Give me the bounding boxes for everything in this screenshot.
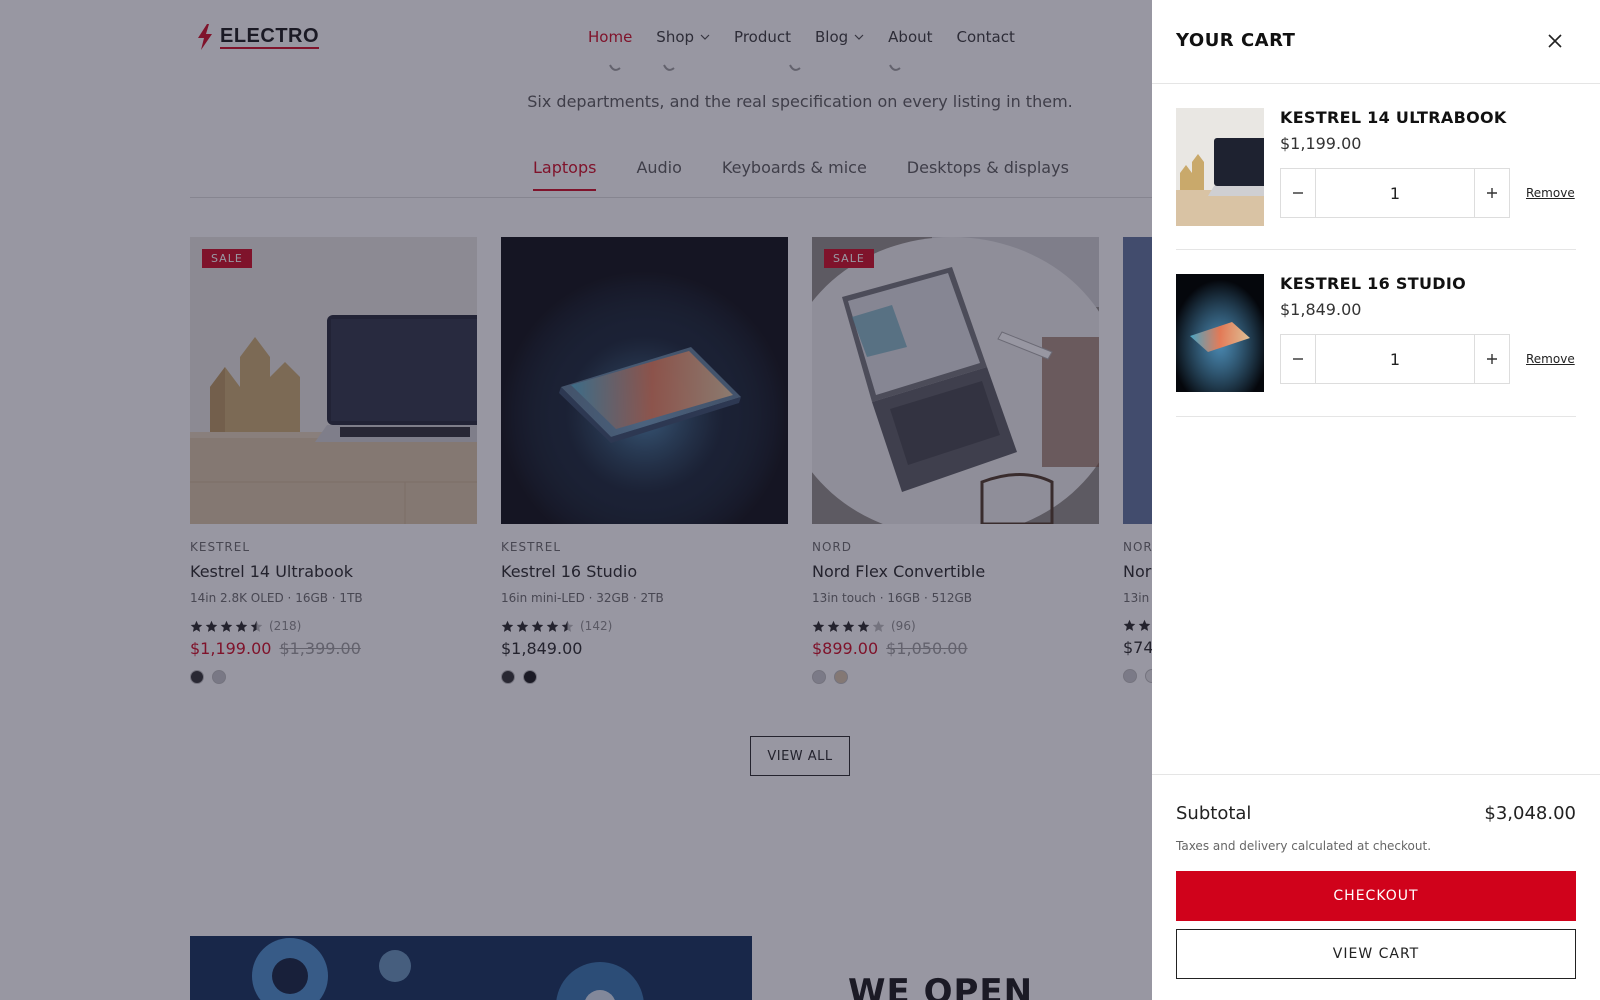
quantity-input[interactable]: 1 xyxy=(1315,335,1475,383)
remove-link[interactable]: Remove xyxy=(1526,352,1575,366)
cart-item-price: $1,849.00 xyxy=(1280,300,1362,319)
subtotal-value: $3,048.00 xyxy=(1484,803,1576,824)
cart-footer: Subtotal $3,048.00 Taxes and delivery ca… xyxy=(1152,774,1600,1000)
quantity-stepper: 1 xyxy=(1280,168,1510,218)
remove-link[interactable]: Remove xyxy=(1526,186,1575,200)
quantity-stepper: 1 xyxy=(1280,334,1510,384)
cart-item-image[interactable] xyxy=(1176,274,1264,392)
laptop-thumb-desk xyxy=(1176,108,1264,226)
increase-button[interactable] xyxy=(1475,169,1509,217)
view-cart-button[interactable]: VIEW CART xyxy=(1176,929,1576,979)
cart-item-price: $1,199.00 xyxy=(1280,134,1362,153)
increase-button[interactable] xyxy=(1475,335,1509,383)
close-icon[interactable] xyxy=(1544,30,1566,52)
tax-note: Taxes and delivery calculated at checkou… xyxy=(1176,839,1432,853)
quantity-input[interactable]: 1 xyxy=(1315,169,1475,217)
decrease-button[interactable] xyxy=(1281,169,1315,217)
decrease-button[interactable] xyxy=(1281,335,1315,383)
cart-item: KESTREL 16 STUDIO $1,849.00 1 Remove xyxy=(1176,274,1576,417)
cart-title: YOUR CART xyxy=(1176,30,1296,51)
plus-icon xyxy=(1487,188,1497,198)
cart-item-name[interactable]: KESTREL 14 ULTRABOOK xyxy=(1280,108,1507,127)
minus-icon xyxy=(1293,358,1303,360)
subtotal-label: Subtotal xyxy=(1176,803,1252,824)
cart-item-name[interactable]: KESTREL 16 STUDIO xyxy=(1280,274,1466,293)
cart-drawer: YOUR CART KESTREL 14 ULTRABOOK $1,199.00… xyxy=(1152,0,1600,1000)
cart-header: YOUR CART xyxy=(1152,0,1600,84)
cart-item-image[interactable] xyxy=(1176,108,1264,226)
minus-icon xyxy=(1293,192,1303,194)
checkout-button[interactable]: CHECKOUT xyxy=(1176,871,1576,921)
plus-icon xyxy=(1487,354,1497,364)
laptop-thumb-dark xyxy=(1176,274,1264,392)
drawer-backdrop[interactable] xyxy=(0,0,1152,1000)
cart-item: KESTREL 14 ULTRABOOK $1,199.00 1 Remove xyxy=(1176,108,1576,250)
